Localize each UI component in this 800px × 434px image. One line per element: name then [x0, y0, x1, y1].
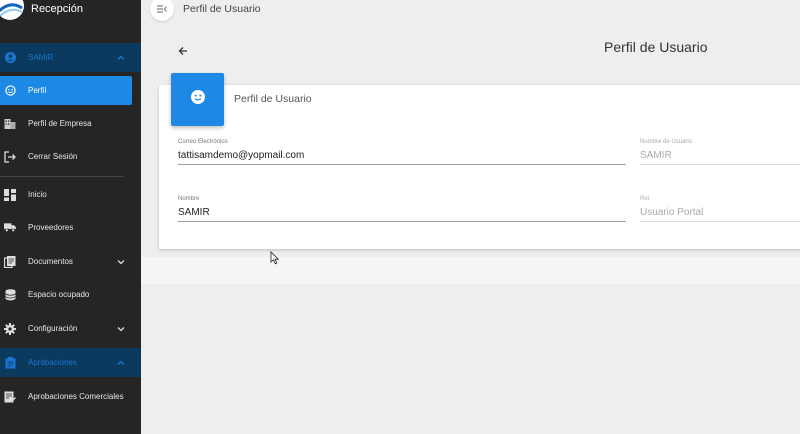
card-header-badge: [171, 73, 224, 126]
documents-icon: [4, 255, 16, 268]
brand: Recepción: [0, 0, 141, 28]
chevron-down-icon: [117, 258, 125, 266]
back-button[interactable]: [176, 44, 190, 58]
sidebar-item-label: Configuración: [28, 324, 78, 333]
role-field: Rol Usuario Portal: [640, 196, 800, 224]
account-circle-icon: [4, 52, 16, 64]
chevron-up-icon: [117, 359, 125, 367]
profile-card: [159, 85, 800, 249]
email-field-value[interactable]: tattisamdemo@yopmail.com: [178, 150, 304, 161]
sidebar-group-user-label: SAMIR: [28, 53, 54, 62]
face-icon: [4, 85, 16, 97]
mouse-cursor-icon: [270, 251, 280, 265]
role-field-value: Usuario Portal: [640, 207, 704, 218]
sidebar-item-label: Perfil de Empresa: [28, 119, 92, 128]
sidebar-item-label: Cerrar Sesión: [28, 152, 78, 161]
name-field[interactable]: Nombre SAMIR: [178, 196, 626, 224]
card-title: Perfil de Usuario: [234, 93, 312, 105]
name-field-value[interactable]: SAMIR: [178, 207, 210, 218]
sidebar-item-label: Documentos: [28, 257, 73, 266]
truck-icon: [4, 222, 16, 234]
role-field-label: Rol: [640, 196, 650, 202]
sidebar-item-cerrar-sesion[interactable]: Cerrar Sesión: [0, 142, 141, 171]
arrow-back-icon: [176, 45, 190, 62]
sidebar-divider: [0, 176, 124, 177]
building-icon: [4, 118, 16, 130]
username-field-value: SAMIR: [640, 150, 672, 161]
brand-logo: [0, 0, 24, 20]
content-bottom: [141, 284, 800, 434]
sidebar-item-espacio-ocupado[interactable]: Espacio ocupado: [0, 280, 141, 309]
sidebar-item-label: Espacio ocupado: [28, 290, 90, 299]
gear-icon: [4, 322, 16, 335]
approval-doc-icon: [4, 391, 16, 403]
sidebar-item-label: Proveedores: [28, 223, 74, 232]
app-title: Recepción: [31, 3, 83, 15]
chevron-down-icon: [117, 325, 125, 333]
email-field[interactable]: Correo Electrónico tattisamdemo@yopmail.…: [178, 139, 626, 167]
sidebar-item-configuracion[interactable]: Configuración: [0, 314, 141, 343]
menu-toggle-button[interactable]: [150, 0, 174, 21]
name-field-underline: [178, 221, 626, 222]
page-title: Perfil de Usuario: [604, 39, 708, 55]
sidebar-item-inicio[interactable]: Inicio: [0, 180, 141, 209]
menu-collapse-icon: [157, 0, 167, 18]
topbar: Perfil de Usuario: [141, 0, 800, 22]
sidebar-item-perfil[interactable]: Perfil: [0, 76, 132, 105]
sidebar-item-label: Aprobaciones Comerciales: [28, 392, 124, 401]
username-field: Nombre de Usuario SAMIR: [640, 139, 800, 167]
topbar-title: Perfil de Usuario: [183, 3, 261, 15]
email-field-underline: [178, 164, 626, 165]
sidebar-item-label: Perfil: [28, 86, 47, 95]
name-field-label: Nombre: [178, 196, 200, 202]
sidebar-item-documentos[interactable]: Documentos: [0, 247, 141, 276]
sidebar-item-label: Inicio: [28, 190, 47, 199]
face-icon: [190, 89, 206, 110]
sidebar-group-aprobaciones-label: Aprobaciones: [28, 358, 77, 367]
sidebar-item-aprobaciones-comerciales[interactable]: Aprobaciones Comerciales: [0, 382, 141, 411]
sidebar-item-proveedores[interactable]: Proveedores: [0, 213, 141, 242]
content-band: [141, 257, 800, 284]
email-field-label: Correo Electrónico: [178, 139, 228, 145]
database-icon: [4, 288, 16, 301]
username-field-label: Nombre de Usuario: [640, 139, 693, 145]
role-field-underline: [640, 221, 800, 222]
sidebar: Recepción SAMIR Perfil Perfil de Empresa…: [0, 0, 141, 434]
sidebar-item-perfil-empresa[interactable]: Perfil de Empresa: [0, 109, 141, 138]
clipboard-icon: [4, 356, 16, 369]
sidebar-group-aprobaciones[interactable]: Aprobaciones: [0, 348, 141, 377]
username-field-underline: [640, 164, 800, 165]
sidebar-group-user[interactable]: SAMIR: [0, 43, 141, 72]
logout-icon: [4, 150, 16, 163]
dashboard-icon: [4, 188, 16, 201]
chevron-up-icon: [117, 54, 125, 62]
